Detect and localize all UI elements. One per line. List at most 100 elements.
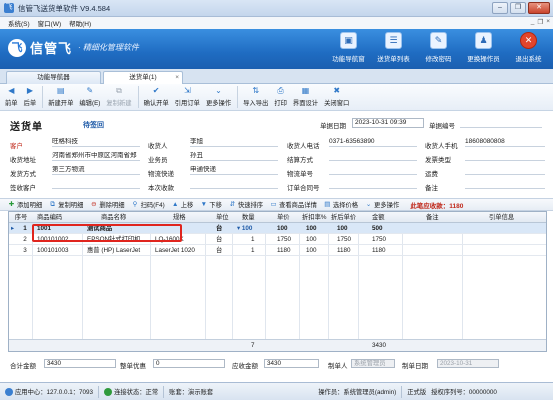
more-actions-button[interactable]: ⌄ 更多操作	[204, 84, 233, 107]
minimize-button[interactable]: –	[492, 2, 508, 14]
column-header[interactable]: 单位	[214, 212, 233, 223]
net-price-cell[interactable]: 100	[335, 223, 359, 234]
print-button[interactable]: ⎙ 打印	[272, 84, 289, 107]
column-header[interactable]: 商品名称	[99, 212, 151, 223]
settle-field[interactable]	[329, 152, 417, 161]
column-header[interactable]: 备注	[424, 212, 463, 223]
price-cell[interactable]: 100	[275, 223, 300, 234]
close-window-button[interactable]: ✖ 关闭窗口	[322, 84, 351, 107]
table-row[interactable]: 3 100101003 惠普 (HP) LaserJet LaserJet 10…	[9, 245, 546, 256]
reference-order-button[interactable]: ⇲ 引用订单	[173, 84, 202, 107]
customer-field[interactable]: 旺格科技	[52, 138, 140, 147]
unit-cell[interactable]: 台	[214, 234, 233, 245]
remark-cell[interactable]	[405, 223, 463, 234]
exit-system-button[interactable]: ✕ 退出系统	[506, 32, 551, 63]
copy-row-button[interactable]: ⧉ 复制明细	[49, 200, 83, 209]
mdi-minimize-button[interactable]: _	[531, 18, 535, 26]
column-header[interactable]: 单价	[275, 212, 300, 223]
amount-cell[interactable]: 1180	[370, 245, 403, 256]
address-field[interactable]: 河南省郑州市中原区河南省郑	[52, 152, 140, 161]
column-header[interactable]: 引单信息	[487, 212, 546, 223]
import-export-button[interactable]: ⇅ 导入导出	[241, 84, 270, 107]
move-up-button[interactable]: ▲ 上移	[172, 200, 193, 209]
remark-cell[interactable]	[405, 245, 463, 256]
mdi-restore-button[interactable]: ❐	[537, 18, 543, 26]
invoice-type-field[interactable]	[465, 152, 545, 161]
unit-cell[interactable]: 台	[214, 245, 233, 256]
more-actions-icon: ⌄	[215, 86, 222, 95]
order-discount-field[interactable]: 0	[153, 359, 225, 368]
remark-cell[interactable]	[405, 234, 463, 245]
amount-cell[interactable]: 500	[370, 223, 403, 234]
maximize-button[interactable]: ❐	[510, 2, 526, 14]
list-icon: ☰	[385, 32, 402, 49]
menu-window[interactable]: 窗口(W)	[38, 18, 61, 28]
prev-doc-button[interactable]: ◀ 前单	[3, 84, 20, 107]
product-detail-button[interactable]: ▭ 查看商品详情	[270, 200, 317, 209]
receiver-field[interactable]: 李旭	[190, 138, 278, 147]
quantity-cell[interactable]: ▾ 100	[235, 223, 266, 234]
quantity-cell[interactable]: 1	[249, 234, 266, 245]
menu-help[interactable]: 帮助(H)	[69, 18, 91, 28]
price-cell[interactable]: 1750	[275, 234, 300, 245]
change-password-button[interactable]: ✎ 修改密码	[416, 32, 461, 63]
column-header[interactable]: 折扣率%	[300, 212, 329, 223]
next-doc-button[interactable]: ▶ 后单	[22, 84, 39, 107]
received-field[interactable]	[190, 180, 278, 189]
ref-info-cell	[465, 234, 546, 245]
receiver-mobile-field[interactable]: 18608080808	[465, 138, 545, 147]
column-header[interactable]: 数量	[240, 212, 266, 223]
column-header[interactable]: 金额	[370, 212, 403, 223]
scan-button[interactable]: ⚲ 扫码(F4)	[132, 200, 165, 209]
column-header[interactable]: 序号	[9, 212, 33, 223]
remark-field[interactable]	[465, 180, 545, 189]
mdi-close-button[interactable]: ×	[546, 18, 550, 26]
discount-cell[interactable]: 100	[304, 223, 329, 234]
net-price-cell[interactable]: 1180	[335, 245, 359, 256]
price-cell[interactable]: 1180	[275, 245, 300, 256]
tab-delivery-note[interactable]: 送货单(1) ×	[103, 71, 183, 85]
discount-cell[interactable]: 100	[304, 245, 329, 256]
product-name-cell[interactable]: 惠普 (HP) LaserJet	[85, 245, 151, 256]
amount-cell[interactable]: 1750	[370, 234, 403, 245]
nav-window-button[interactable]: ▣ 功能导航窗	[326, 32, 371, 63]
net-price-cell[interactable]: 1750	[335, 234, 359, 245]
delete-row-button[interactable]: ⊖ 删除明细	[90, 200, 124, 209]
tab-navigator[interactable]: 功能导航器	[6, 71, 101, 84]
confirm-doc-button[interactable]: ✔ 确认开单	[142, 84, 171, 107]
delivery-list-button[interactable]: ☰ 送货单列表	[371, 32, 416, 63]
sign-customer-field[interactable]	[52, 180, 140, 189]
price-select-button[interactable]: ▤ 选择价格	[324, 200, 358, 209]
copy-new-button[interactable]: ⧉ 复制新建	[104, 84, 133, 107]
salesman-field[interactable]: 孙丑	[190, 152, 278, 161]
discount-cell[interactable]: 100	[304, 234, 329, 245]
menu-system[interactable]: 系统(S)	[8, 18, 30, 28]
product-code-cell[interactable]: 100101003	[35, 245, 83, 256]
license-status: 授权序列号：00000000	[431, 387, 497, 396]
logistics-field[interactable]: 申通快递	[190, 166, 278, 175]
tracking-field[interactable]	[329, 166, 417, 175]
doc-no-field[interactable]	[460, 119, 542, 128]
new-doc-button[interactable]: ▤ 新建开单	[46, 84, 75, 107]
move-down-button[interactable]: ▼ 下移	[200, 200, 222, 209]
tab-close-icon[interactable]: ×	[175, 72, 179, 84]
date-field[interactable]: 2023-10-31 09:39	[352, 118, 424, 128]
add-row-button[interactable]: ✚ 添加明细	[8, 200, 42, 209]
unit-cell[interactable]: 台	[214, 223, 233, 234]
grid-more-actions-button[interactable]: ⌄ 更多操作	[365, 200, 399, 209]
column-header[interactable]: 商品编码	[35, 212, 83, 223]
order-no-field[interactable]	[329, 180, 417, 189]
receiver-phone-field[interactable]: 0371-63563890	[329, 138, 417, 147]
column-header[interactable]: 规格	[171, 212, 206, 223]
close-button[interactable]: ✕	[528, 2, 550, 14]
spec-cell[interactable]: LaserJet 1020	[153, 245, 206, 256]
edit-button[interactable]: ✎ 编辑(E)	[77, 84, 102, 107]
layout-design-button[interactable]: ▦ 界面设计	[291, 84, 320, 107]
quantity-cell[interactable]: 1	[249, 245, 266, 256]
ship-method-field[interactable]: 第三方物流	[52, 166, 140, 175]
quick-sort-button[interactable]: ⇵ 快速排序	[229, 200, 263, 209]
switch-operator-button[interactable]: ♟ 更换操作员	[461, 32, 506, 63]
layout-design-label: 界面设计	[292, 100, 319, 107]
freight-field[interactable]	[465, 166, 545, 175]
column-header[interactable]: 折后单价	[329, 212, 359, 223]
